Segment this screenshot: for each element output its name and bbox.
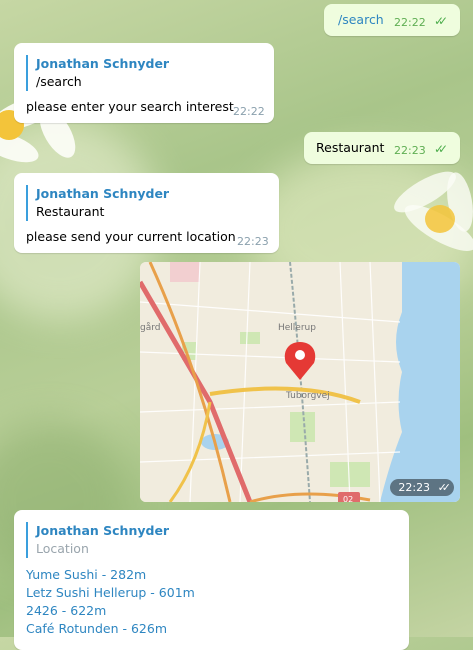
location-map[interactable]: Hellerup Tuborgvej gård 02 22:23 ✓✓: [140, 262, 460, 502]
reply-text: Restaurant: [36, 204, 105, 219]
message-time: 22:23: [394, 144, 426, 157]
map-label-road: Tuborgvej: [285, 391, 330, 401]
result-link[interactable]: Yume Sushi - 282m: [26, 566, 195, 584]
reply-sender: Jonathan Schnyder: [36, 186, 170, 201]
message-time: 22:23: [237, 235, 269, 248]
incoming-message[interactable]: Jonathan Schnyder /search please enter y…: [14, 43, 274, 123]
reply-sender: Jonathan Schnyder: [36, 56, 170, 71]
map-image: Hellerup Tuborgvej gård 02: [140, 262, 460, 502]
message-text: /search: [338, 12, 384, 27]
double-check-icon: ✓✓: [434, 14, 448, 28]
message-text: please send your current location: [26, 229, 236, 244]
map-label-left: gård: [140, 322, 160, 333]
reply-text: /search: [36, 74, 82, 89]
result-link[interactable]: Letz Sushi Hellerup - 601m: [26, 584, 195, 602]
reply-quote[interactable]: Jonathan Schnyder Restaurant: [26, 185, 169, 221]
message-time: 22:22: [233, 105, 265, 118]
reply-quote[interactable]: Jonathan Schnyder /search: [26, 55, 169, 91]
message-time: 22:23: [398, 481, 431, 494]
results-list: Yume Sushi - 282m Letz Sushi Hellerup - …: [26, 566, 195, 638]
map-label-route: 02: [343, 495, 353, 502]
double-check-icon: ✓✓: [434, 142, 448, 156]
double-check-icon: ✓✓: [437, 481, 452, 494]
incoming-message[interactable]: Jonathan Schnyder Location Yume Sushi - …: [14, 510, 409, 650]
result-link[interactable]: Café Rotunden - 626m: [26, 620, 195, 638]
reply-sender: Jonathan Schnyder: [36, 523, 170, 538]
reply-text: Location: [36, 541, 89, 556]
incoming-message[interactable]: Jonathan Schnyder Restaurant please send…: [14, 173, 279, 253]
map-label-district: Hellerup: [278, 323, 316, 333]
reply-quote[interactable]: Jonathan Schnyder Location: [26, 522, 169, 558]
map-time-badge: 22:23 ✓✓: [390, 479, 454, 496]
outgoing-message[interactable]: Restaurant 22:23 ✓✓: [304, 132, 460, 164]
message-text: Restaurant: [316, 140, 385, 155]
message-time: 22:22: [394, 16, 426, 29]
result-link[interactable]: 2426 - 622m: [26, 602, 195, 620]
message-text: please enter your search interest: [26, 99, 234, 114]
outgoing-message[interactable]: /search 22:22 ✓✓: [324, 4, 460, 36]
